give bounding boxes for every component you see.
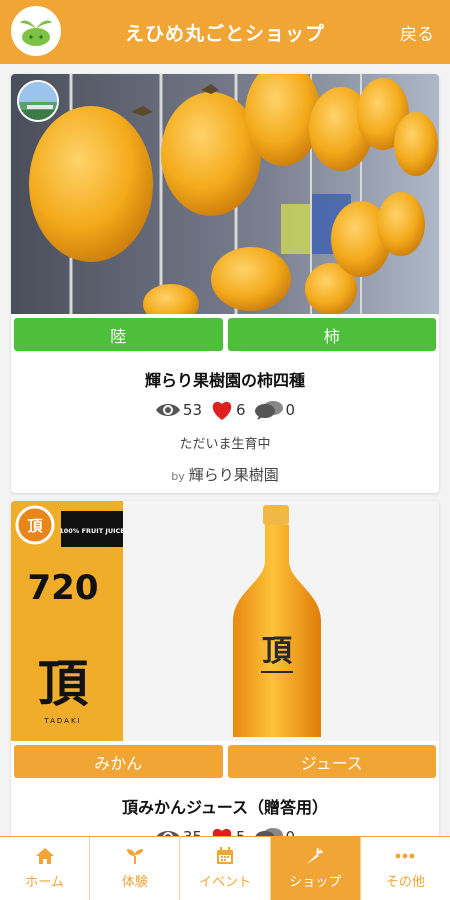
views-stat: 53 [155,401,202,419]
label-kanji-large: 頂 [38,654,89,713]
app-root: えひめ丸ごとショップ 戻る 陸 柿 輝らり果樹園の柿四種 53 6 0 ただいま… [0,0,450,900]
tag-region[interactable]: 陸 [14,318,223,351]
nav-more-label: その他 [385,875,425,890]
nav-home-label: ホーム [25,875,64,890]
views-count: 53 [182,401,202,419]
label-small-text: 100% FRUIT JUICE [59,527,125,535]
bottle-label-kanji: 頂 [262,634,293,669]
views-count: 35 [183,828,202,836]
nav-experience-label: 体験 [121,875,148,890]
stats-row: 35 5 0 [11,826,439,836]
orange-juice-bottle-photo[interactable]: 頂 100% FRUIT JUICE 720 頂 TADAKI 頂 [11,501,439,741]
growth-status: ただいま生育中 [179,437,271,452]
label-volume: 720 [28,568,99,608]
nav-home[interactable]: ホーム [0,837,91,900]
likes-count: 5 [236,828,246,836]
sprout-icon [125,847,145,865]
product-card[interactable]: 頂 100% FRUIT JUICE 720 頂 TADAKI 頂 みかん ジュ… [11,501,439,836]
eye-icon [156,831,180,836]
app-header: えひめ丸ごとショップ 戻る [0,0,450,64]
author-line[interactable]: by 輝らり果樹園 [11,464,439,485]
likes-count: 6 [236,401,246,419]
product-title[interactable]: 輝らり果樹園の柿四種 [11,367,439,391]
heart-icon[interactable] [210,826,234,836]
author-name[interactable]: 輝らり果樹園 [189,466,279,484]
nav-shop-label: ショップ [289,875,342,890]
comment-icon[interactable] [254,826,284,836]
product-card[interactable]: 陸 柿 輝らり果樹園の柿四種 53 6 0 ただいま生育中 by 輝らり果樹園 [11,74,439,493]
product-title[interactable]: 頂みかんジュース（贈答用） [11,794,439,818]
eye-icon [155,404,180,416]
tag-category[interactable]: 柿 [227,318,436,351]
nav-shop[interactable]: ショップ [270,837,361,900]
tag-type[interactable]: ジュース [227,745,436,778]
home-icon [35,847,55,865]
persimmons-hanging-photo[interactable] [11,74,439,314]
tag-category[interactable]: みかん [14,745,223,778]
page-title: えひめ丸ごとショップ [124,22,325,45]
by-label: by [171,470,185,483]
back-button[interactable]: 戻る [400,20,434,45]
comments-count: 0 [285,401,296,419]
tag-row: みかん ジュース [11,741,439,782]
sprout-logo-icon[interactable] [11,6,61,56]
likes-stat[interactable]: 6 [210,399,246,421]
nav-event[interactable]: イベント [180,837,271,900]
views-stat: 35 [155,828,202,836]
comment-icon[interactable] [254,399,284,421]
product-feed[interactable]: 陸 柿 輝らり果樹園の柿四種 53 6 0 ただいま生育中 by 輝らり果樹園 … [0,64,450,836]
label-badge-kanji: 頂 [27,517,43,535]
more-dots-icon [395,847,415,865]
bottom-navigation: ホーム 体験 イベント ショップ その他 [0,836,450,900]
comments-count: 0 [286,828,296,836]
stats-row: 53 6 0 [11,399,439,421]
tag-row: 陸 柿 [11,314,439,355]
label-brand: TADAKI [43,717,81,725]
calendar-icon [215,847,235,865]
producer-avatar[interactable] [17,80,59,122]
nav-more[interactable]: その他 [361,837,450,900]
likes-stat[interactable]: 5 [210,826,246,836]
nav-experience[interactable]: 体験 [90,837,181,900]
carrot-icon [305,847,325,865]
comments-stat[interactable]: 0 [254,399,296,421]
nav-event-label: イベント [199,875,252,890]
heart-icon[interactable] [210,399,234,421]
comments-stat[interactable]: 0 [254,826,296,836]
